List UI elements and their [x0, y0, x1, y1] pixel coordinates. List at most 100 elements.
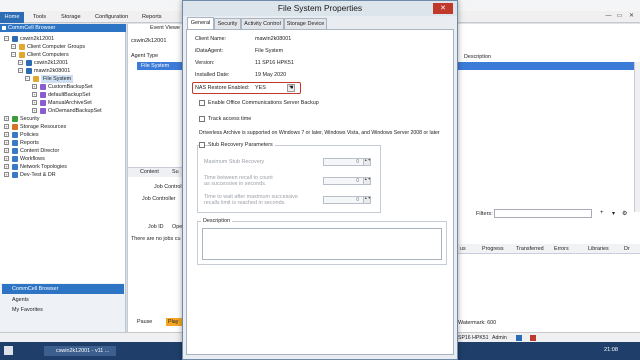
tree-node-icon: [26, 60, 32, 66]
general-tab-page: Client Name: mawin2k08001 iDataAgent: Fi…: [186, 29, 454, 355]
menu-tools[interactable]: Tools: [33, 13, 46, 22]
max-stub-spinner[interactable]: 0 ▲▼: [323, 158, 371, 166]
add-filter-icon[interactable]: +: [600, 210, 604, 216]
col-progress[interactable]: Progress: [482, 246, 504, 252]
description-header[interactable]: Description: [464, 54, 491, 60]
dialog-title: File System Properties: [183, 1, 457, 16]
tree-expander-icon[interactable]: +: [32, 100, 37, 105]
menu-home[interactable]: Home: [0, 12, 24, 23]
tree-node[interactable]: Client Computer Groups: [27, 43, 85, 51]
col-errors[interactable]: Errors: [554, 246, 569, 252]
tree-expander-icon[interactable]: −: [25, 76, 30, 81]
tree-node[interactable]: Reports: [20, 139, 39, 147]
menu-storage[interactable]: Storage: [61, 13, 81, 22]
pause-button[interactable]: Pause: [137, 319, 152, 325]
tab-security[interactable]: Security: [214, 18, 241, 29]
event-viewer-tab[interactable]: Event Viewe: [150, 25, 180, 31]
col-libraries[interactable]: Libraries: [588, 246, 609, 252]
office-comm-checkbox[interactable]: [199, 100, 205, 106]
spinner-arrows-icon[interactable]: ▲▼: [363, 196, 371, 203]
taskbar-app-button[interactable]: cswin2k12001 - v11 ...: [44, 346, 116, 356]
spinner-arrows-icon[interactable]: ▲▼: [363, 158, 371, 165]
commcell-browser-title: CommCell Browser: [0, 24, 126, 32]
cursor-hand-icon[interactable]: ☚: [287, 84, 295, 92]
office-comm-label: Enable Office Communications Server Back…: [208, 100, 319, 106]
stub-recovery-checkbox[interactable]: [199, 142, 205, 148]
tree-expander-icon[interactable]: +: [4, 116, 9, 121]
tree-node-icon: [33, 76, 39, 82]
tree-expander-icon[interactable]: +: [4, 172, 9, 177]
version-value: 11 SP16 HPK51: [255, 60, 294, 66]
nas-restore-value: YES: [255, 85, 266, 91]
tree-expander-icon[interactable]: −: [11, 44, 16, 49]
tree-expander-icon[interactable]: +: [32, 108, 37, 113]
tree-node[interactable]: Policies: [20, 131, 39, 139]
tree-node[interactable]: Security: [20, 115, 39, 123]
wait-spinner[interactable]: 0 ▲▼: [323, 196, 371, 204]
tree-expander-icon[interactable]: +: [4, 140, 9, 145]
tree-node[interactable]: Dev-Test & DR: [20, 171, 56, 179]
tree-expander-icon[interactable]: +: [4, 164, 9, 169]
tree-expander-icon[interactable]: −: [11, 52, 16, 57]
tree-node[interactable]: Client Computers: [27, 51, 69, 59]
commcell-tree[interactable]: − cswin2k12001− Client Computer Groups − Cli…: [0, 32, 126, 283]
summary-tab[interactable]: Su: [172, 169, 179, 175]
tree-expander-icon[interactable]: +: [4, 148, 9, 153]
close-icon[interactable]: ✕: [627, 12, 636, 20]
tree-node[interactable]: defaultBackupSet: [48, 91, 90, 99]
tree-node[interactable]: cswin2k12001: [20, 35, 54, 43]
col-status[interactable]: us: [460, 246, 466, 252]
tree-node[interactable]: Workflows: [20, 155, 45, 163]
tab-general[interactable]: General: [187, 17, 214, 29]
content-tab[interactable]: Content: [140, 169, 159, 175]
tree-expander-icon[interactable]: +: [32, 92, 37, 97]
version-label: Version:: [195, 60, 215, 66]
col-transferred[interactable]: Transferred: [516, 246, 544, 252]
tree-node[interactable]: File System: [41, 75, 74, 83]
tree-node[interactable]: CustomBackupSet: [48, 83, 93, 91]
operation-header[interactable]: Ope: [172, 224, 182, 230]
tree-expander-icon[interactable]: +: [32, 84, 37, 89]
settings-icon[interactable]: ⚙: [622, 210, 627, 217]
tree-expander-icon[interactable]: +: [4, 132, 9, 137]
filters-dropdown[interactable]: [494, 209, 592, 218]
agent-type-header[interactable]: Agent Type: [131, 53, 158, 59]
menu-reports[interactable]: Reports: [142, 13, 162, 22]
play-button[interactable]: Play: [166, 318, 182, 326]
close-icon[interactable]: ✕: [433, 3, 453, 14]
filter-icon[interactable]: ▾: [612, 210, 615, 217]
tree-node[interactable]: OnDemandBackupSet: [48, 107, 102, 115]
minimize-icon[interactable]: —: [604, 12, 613, 20]
tree-expander-icon[interactable]: −: [18, 68, 23, 73]
scrollbar[interactable]: [634, 62, 640, 212]
job-id-header[interactable]: Job ID: [148, 224, 164, 230]
nav-my-favorites[interactable]: My Favorites: [2, 305, 124, 315]
description-textarea[interactable]: [202, 228, 442, 260]
tree-expander-icon[interactable]: −: [4, 36, 9, 41]
time-recall-spinner[interactable]: 0 ▲▼: [323, 177, 371, 185]
tree-node[interactable]: Network Topologies: [20, 163, 67, 171]
tree-node[interactable]: Content Director: [20, 147, 59, 155]
tree-expander-icon[interactable]: +: [4, 124, 9, 129]
tree-expander-icon[interactable]: −: [18, 60, 23, 65]
tab-activity-control[interactable]: Activity Control: [241, 18, 284, 29]
nav-agents[interactable]: Agents: [2, 295, 124, 305]
col-drive[interactable]: Dr: [624, 246, 630, 252]
tree-node[interactable]: mawin2k08001: [34, 67, 70, 75]
job-control-tab[interactable]: Job Control: [154, 184, 182, 190]
tree-node[interactable]: ManualArchiveSet: [48, 99, 92, 107]
agent-row-file-system[interactable]: File System: [137, 62, 183, 70]
tree-expander-icon[interactable]: +: [4, 156, 9, 161]
time-recall-label-2: as successive in seconds.: [204, 181, 267, 187]
track-access-checkbox[interactable]: [199, 116, 205, 122]
nav-commcell-browser[interactable]: CommCell Browser: [2, 284, 124, 294]
file-system-properties-dialog: File System Properties ✕ General Securit…: [182, 0, 458, 360]
menu-configuration[interactable]: Configuration: [95, 13, 128, 22]
tab-storage-device[interactable]: Storage Device: [284, 18, 327, 29]
maximize-icon[interactable]: ▭: [615, 12, 624, 20]
start-icon[interactable]: [4, 346, 13, 355]
max-stub-label: Maximum Stub Recovery: [204, 159, 265, 165]
spinner-arrows-icon[interactable]: ▲▼: [363, 177, 371, 184]
tree-node[interactable]: Storage Resources: [20, 123, 66, 131]
tree-node[interactable]: cswin2k12001: [34, 59, 68, 67]
